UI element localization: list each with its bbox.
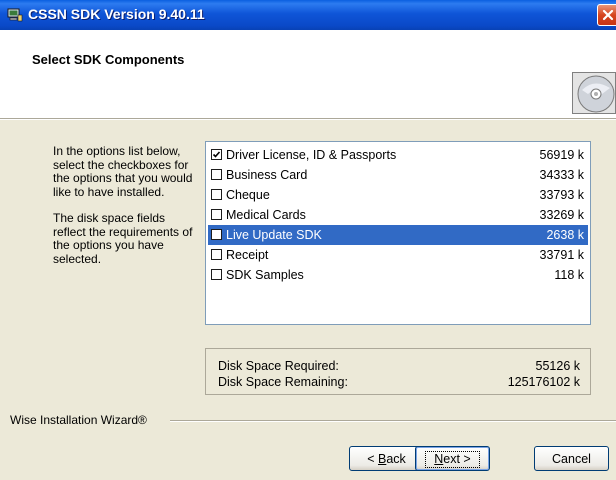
- item-size: 33793 k: [539, 188, 584, 202]
- components-list[interactable]: Driver License, ID & Passports 56919 k B…: [205, 141, 591, 325]
- item-label: Business Card: [226, 168, 308, 182]
- header-panel: [0, 30, 616, 118]
- item-label: Receipt: [226, 248, 269, 262]
- setup-computer-icon: [7, 7, 23, 23]
- instructions-paragraph-2: The disk space fields reflect the requir…: [53, 211, 193, 266]
- checkbox-sdk-samples[interactable]: [211, 269, 222, 280]
- item-size: 118 k: [554, 268, 584, 282]
- disk-space-remaining-value: 125176102 k: [507, 375, 580, 389]
- item-size: 34333 k: [539, 168, 584, 182]
- item-size: 33269 k: [539, 208, 584, 222]
- checkbox-live-update-sdk[interactable]: [211, 229, 222, 240]
- brand-label: Wise Installation Wizard®: [10, 413, 151, 427]
- list-item-business-card[interactable]: Business Card 34333 k: [208, 165, 588, 185]
- title-bar[interactable]: CSSN SDK Version 9.40.11: [0, 0, 616, 30]
- disk-space-required-label: Disk Space Required:: [218, 359, 339, 373]
- list-item-receipt[interactable]: Receipt 33791 k: [208, 245, 588, 265]
- item-label: Live Update SDK: [226, 228, 322, 242]
- cancel-button[interactable]: Cancel: [534, 446, 609, 471]
- checkbox-cheque[interactable]: [211, 189, 222, 200]
- cd-disc-icon: [572, 72, 616, 114]
- instructions-paragraph-1: In the options list below, select the ch…: [53, 144, 193, 199]
- next-mnemonic: N: [434, 451, 444, 466]
- disk-space-required-value: 55126 k: [535, 359, 580, 373]
- footer-divider: [170, 420, 616, 422]
- item-label: Driver License, ID & Passports: [226, 148, 397, 162]
- list-item-cheque[interactable]: Cheque 33793 k: [208, 185, 588, 205]
- checkbox-business-card[interactable]: [211, 169, 222, 180]
- item-label: SDK Samples: [226, 268, 304, 282]
- list-item-sdk-samples[interactable]: SDK Samples 118 k: [208, 265, 588, 285]
- focus-ring: Next >: [425, 450, 480, 468]
- checkbox-receipt[interactable]: [211, 249, 222, 260]
- item-size: 56919 k: [539, 148, 584, 162]
- back-button[interactable]: < Back: [349, 446, 424, 471]
- next-button[interactable]: Next >: [415, 446, 490, 471]
- back-rest: ack: [386, 451, 406, 466]
- header-divider: [0, 118, 616, 120]
- item-size: 33791 k: [539, 248, 584, 262]
- checkbox-medical-cards[interactable]: [211, 209, 222, 220]
- next-rest: ext >: [443, 451, 471, 466]
- list-item-medical-cards[interactable]: Medical Cards 33269 k: [208, 205, 588, 225]
- instructions-text: In the options list below, select the ch…: [53, 144, 193, 279]
- disk-space-remaining-label: Disk Space Remaining:: [218, 375, 348, 389]
- back-prefix: <: [367, 451, 378, 466]
- checkbox-driver-license[interactable]: [211, 149, 222, 160]
- item-label: Medical Cards: [226, 208, 306, 222]
- window-title: CSSN SDK Version 9.40.11: [28, 6, 205, 22]
- item-label: Cheque: [226, 188, 270, 202]
- list-item-driver-license[interactable]: Driver License, ID & Passports 56919 k: [208, 145, 588, 165]
- list-item-live-update-sdk[interactable]: Live Update SDK 2638 k: [208, 225, 588, 245]
- item-size: 2638 k: [546, 228, 584, 242]
- disk-space-panel: Disk Space Required: 55126 k Disk Space …: [205, 348, 591, 395]
- installer-window: CSSN SDK Version 9.40.11 Select SDK Comp…: [0, 0, 616, 480]
- close-button[interactable]: [597, 4, 616, 26]
- page-title: Select SDK Components: [32, 52, 185, 67]
